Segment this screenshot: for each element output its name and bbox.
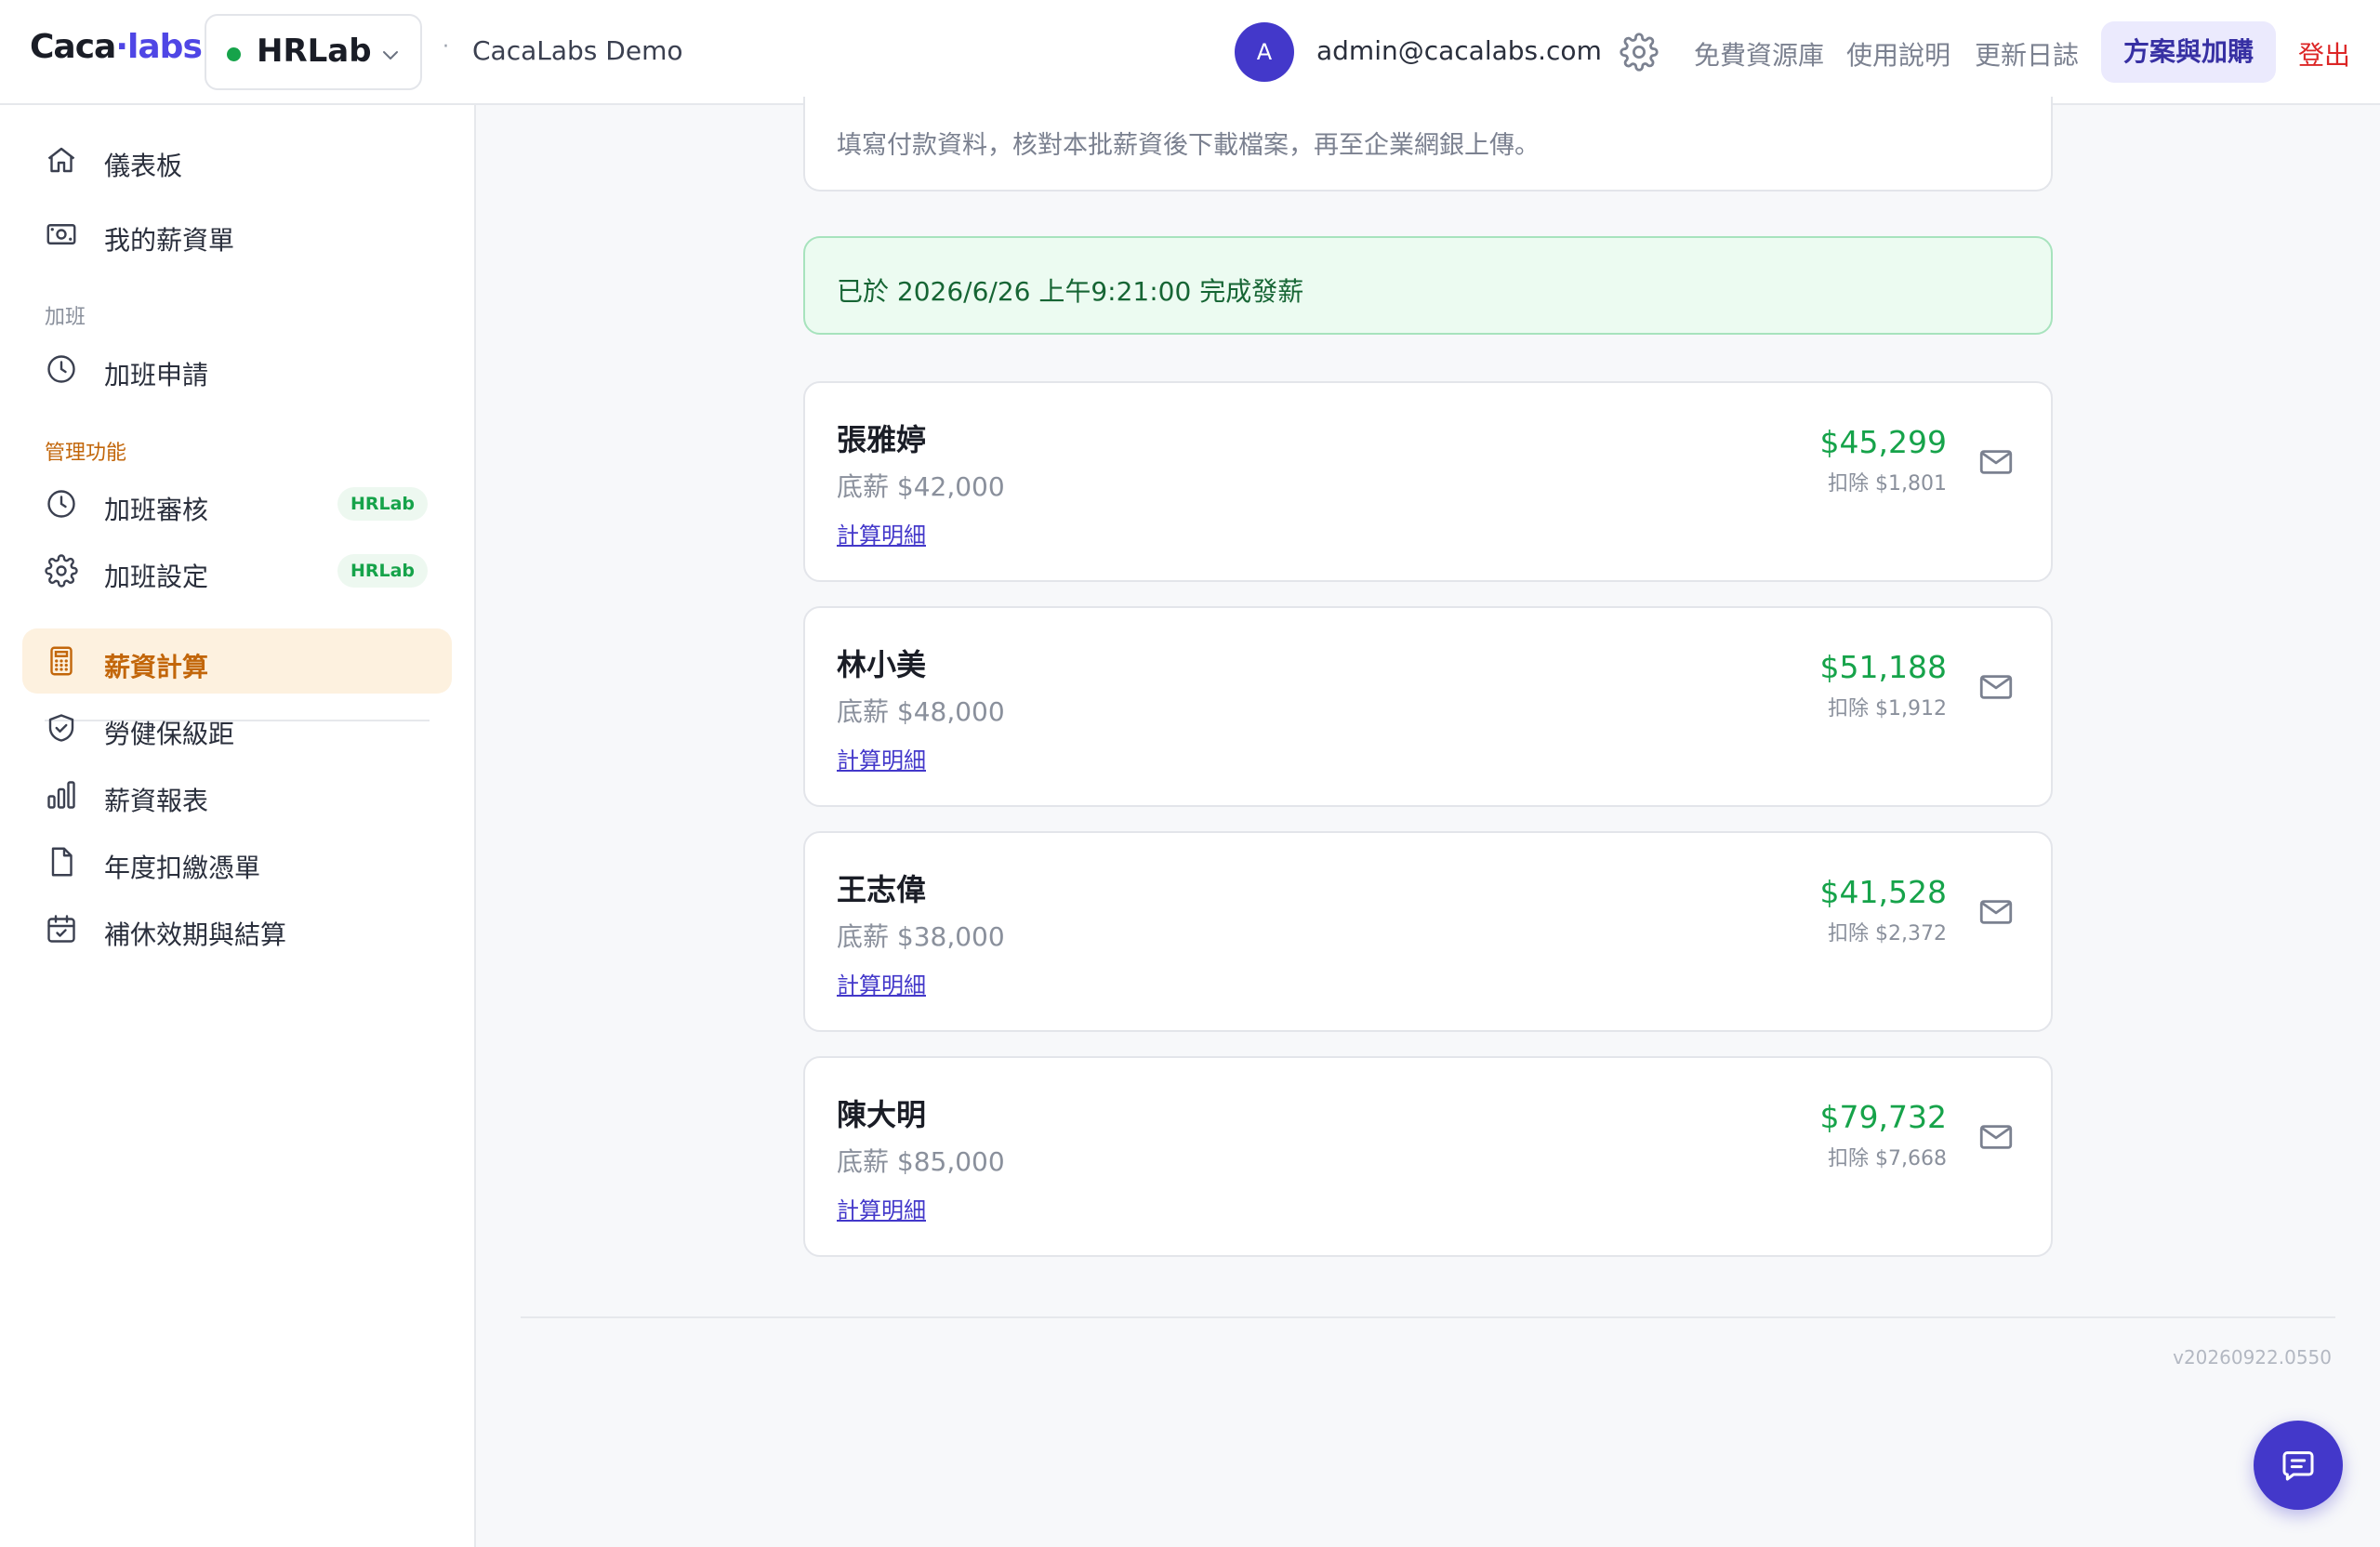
calculator-icon (50, 646, 73, 676)
sidebar-item-label: 勞健保級距 (104, 719, 235, 749)
sidebar-item-label: 補休效期與結算 (104, 919, 287, 950)
section-label-management: 管理功能 (45, 442, 127, 465)
plan-and-addons-button[interactable]: 方案與加購 (2101, 21, 2276, 83)
success-message: 已於 2026/6/26 上午9:21:00 完成發薪 (837, 276, 1304, 307)
sidebar-item-overtime-settings[interactable]: 加班設定 HRLab (22, 538, 452, 603)
employee-payroll-card: 林小美 底薪 $48,000 計算明細 $51,188 扣除 $1,912 (803, 606, 2053, 807)
base-salary: 底薪 $42,000 (837, 471, 1005, 502)
net-pay: $41,528 (1819, 874, 1947, 910)
employee-payroll-card: 張雅婷 底薪 $42,000 計算明細 $45,299 扣除 $1,801 (803, 381, 2053, 582)
sidebar-item-overtime-review[interactable]: 加班審核 HRLab (22, 471, 452, 536)
employee-name: 林小美 (837, 647, 927, 682)
mail-icon[interactable] (1977, 892, 2016, 932)
plan-badge: HRLab (337, 554, 428, 588)
base-salary: 底薪 $38,000 (837, 921, 1005, 952)
changelog-link[interactable]: 更新日誌 (1975, 35, 2079, 73)
employee-name: 王志偉 (837, 872, 927, 907)
base-salary: 底薪 $85,000 (837, 1146, 1005, 1177)
net-pay: $51,188 (1819, 649, 1947, 685)
sidebar-item-dashboard[interactable]: 儀表板 (22, 127, 452, 192)
home-icon (47, 147, 75, 173)
calendar-icon (47, 915, 75, 943)
sidebar-item-payroll-calculation[interactable]: 薪資計算 (22, 628, 452, 694)
net-pay: $79,732 (1819, 1099, 1947, 1135)
sidebar-item-label: 年度扣繳憑單 (104, 853, 261, 883)
sidebar-item-overtime-request[interactable]: 加班申請 (22, 337, 452, 402)
mail-icon[interactable] (1977, 1117, 2016, 1157)
document-icon (51, 847, 73, 877)
user-guide-link[interactable]: 使用說明 (1846, 35, 1950, 73)
avatar[interactable]: A (1235, 22, 1294, 82)
sidebar-item-label: 薪資報表 (104, 786, 209, 816)
payment-instruction-card: 填寫付款資料，核對本批薪資後下載檔案，再至企業網銀上傳。 (803, 97, 2053, 192)
sidebar-item-insurance-grades[interactable]: 勞健保級距 (22, 695, 452, 760)
chat-support-button[interactable] (2254, 1421, 2343, 1510)
shield-icon (48, 714, 74, 742)
calculation-detail-link[interactable]: 計算明細 (837, 742, 926, 774)
employee-name: 張雅婷 (837, 422, 927, 457)
deduction-amount: 扣除 $7,668 (1828, 1147, 1947, 1170)
user-email: admin@cacalabs.com (1316, 35, 1602, 66)
org-name: CacaLabs Demo (472, 35, 683, 66)
calculation-detail-link[interactable]: 計算明細 (837, 517, 926, 549)
calculation-detail-link[interactable]: 計算明細 (837, 967, 926, 999)
clock-icon (47, 490, 75, 518)
payroll-success-alert: 已於 2026/6/26 上午9:21:00 完成發薪 (803, 236, 2053, 335)
brand-logo[interactable]: Caca·labs (30, 28, 203, 66)
settings-gear-icon[interactable] (1620, 33, 1659, 72)
footer-divider (521, 1316, 2335, 1318)
sidebar-item-comp-leave-settlement[interactable]: 補休效期與結算 (22, 896, 452, 961)
sidebar-item-label: 加班設定 (104, 562, 209, 592)
employee-payroll-card: 陳大明 底薪 $85,000 計算明細 $79,732 扣除 $7,668 (803, 1056, 2053, 1257)
chevron-down-icon (383, 51, 398, 60)
base-salary: 底薪 $48,000 (837, 696, 1005, 727)
deduction-amount: 扣除 $2,372 (1828, 922, 1947, 945)
employee-payroll-card: 王志偉 底薪 $38,000 計算明細 $41,528 扣除 $2,372 (803, 831, 2053, 1032)
sidebar: 儀表板 我的薪資單 加班 加班申請 管理功能 加班審核 HRLab 加班設定 H… (0, 105, 476, 1547)
chat-icon (2282, 1451, 2314, 1481)
sidebar-item-label: 加班申請 (104, 360, 209, 390)
sidebar-item-label: 我的薪資單 (104, 225, 235, 256)
gear-icon (45, 554, 78, 588)
mail-icon[interactable] (1977, 443, 2016, 482)
section-label-overtime: 加班 (45, 306, 86, 329)
version-label: v20260922.0550 (2173, 1346, 2332, 1368)
top-header: Caca·labs HRLab · CacaLabs Demo A admin@… (0, 0, 2380, 105)
sidebar-item-payroll-report[interactable]: 薪資報表 (22, 762, 452, 827)
net-pay: $45,299 (1819, 424, 1947, 460)
logout-link[interactable]: 登出 (2298, 35, 2350, 73)
sidebar-item-label: 薪資計算 (104, 652, 209, 682)
bar-chart-icon (47, 781, 75, 809)
sidebar-item-label: 儀表板 (104, 151, 183, 181)
deduction-amount: 扣除 $1,912 (1828, 697, 1947, 721)
free-resources-link[interactable]: 免費資源庫 (1694, 35, 1824, 73)
plan-badge: HRLab (337, 487, 428, 521)
instruction-text: 填寫付款資料，核對本批薪資後下載檔案，再至企業網銀上傳。 (837, 131, 1540, 160)
mail-icon[interactable] (1977, 668, 2016, 707)
sidebar-item-label: 加班審核 (104, 495, 209, 525)
sidebar-item-my-payslip[interactable]: 我的薪資單 (22, 202, 452, 267)
app-switcher[interactable]: HRLab (205, 14, 422, 90)
payslip-icon (46, 224, 76, 245)
deduction-amount: 扣除 $1,801 (1828, 472, 1947, 496)
separator-dot: · (443, 35, 449, 59)
sidebar-item-withholding-statement[interactable]: 年度扣繳憑單 (22, 829, 452, 894)
employee-name: 陳大明 (837, 1097, 927, 1132)
calculation-detail-link[interactable]: 計算明細 (837, 1192, 926, 1224)
status-dot-icon (227, 47, 241, 61)
clock-icon (47, 355, 75, 383)
app-name: HRLab (257, 33, 372, 70)
